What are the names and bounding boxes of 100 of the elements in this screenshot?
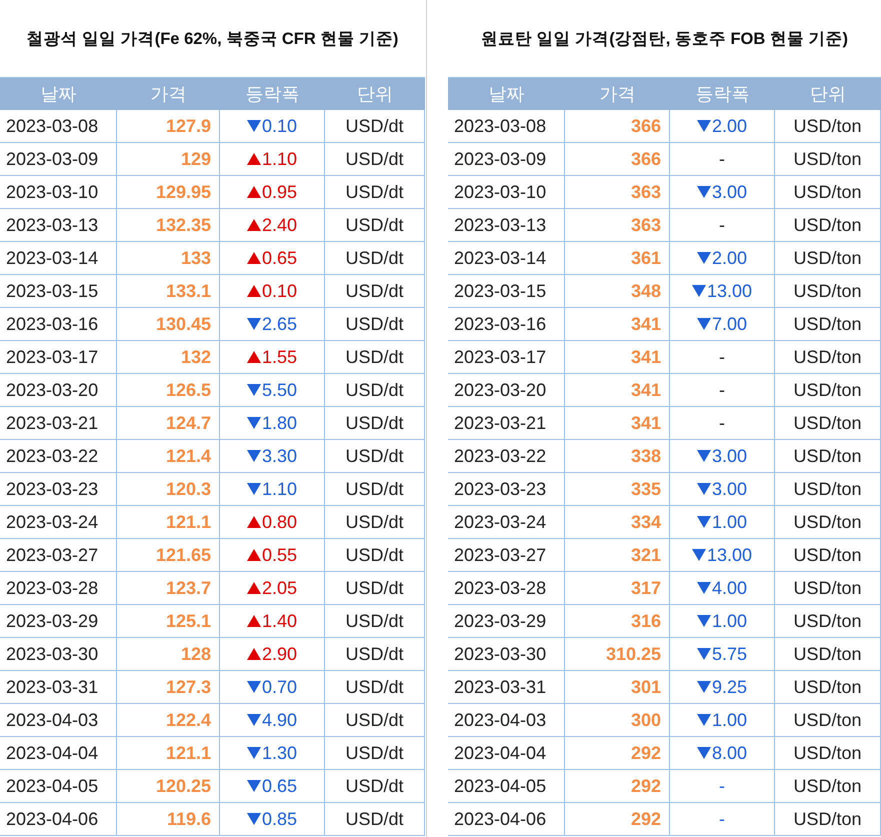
date-cell: 2023-03-09	[448, 143, 565, 176]
change-value: 3.00	[712, 478, 748, 500]
price-cell: 129.95	[117, 176, 220, 209]
date-cell: 2023-03-17	[0, 341, 117, 374]
date-cell: 2023-03-27	[0, 539, 117, 572]
unit-cell: USD/dt	[325, 770, 425, 803]
price-cell: 130.45	[117, 308, 220, 341]
change-value: -	[719, 214, 725, 236]
date-cell: 2023-04-05	[0, 770, 117, 803]
unit-cell: USD/dt	[325, 737, 425, 770]
date-cell: 2023-03-08	[448, 110, 565, 143]
date-cell: 2023-04-03	[448, 704, 565, 737]
unit-cell: USD/dt	[325, 275, 425, 308]
date-cell: 2023-03-24	[0, 506, 117, 539]
date-cell: 2023-03-29	[448, 605, 565, 638]
date-cell: 2023-04-03	[0, 704, 117, 737]
date-cell: 2023-03-17	[448, 341, 565, 374]
date-cell: 2023-03-10	[0, 176, 117, 209]
change-value: 13.00	[706, 280, 752, 302]
price-cell: 124.7	[117, 407, 220, 440]
change-value: -	[719, 346, 725, 368]
column-header: 날짜	[448, 78, 565, 110]
change-value: 1.55	[262, 346, 298, 368]
date-cell: 2023-03-22	[0, 440, 117, 473]
price-cell: 335	[565, 473, 670, 506]
price-cell: 363	[565, 209, 670, 242]
unit-cell: USD/ton	[775, 572, 881, 605]
change-value: 1.10	[262, 148, 298, 170]
unit-cell: USD/dt	[325, 308, 425, 341]
price-cell: 341	[565, 407, 670, 440]
price-cell: 300	[565, 704, 670, 737]
change-value: 0.55	[262, 544, 298, 566]
unit-cell: USD/dt	[325, 539, 425, 572]
change-value: 2.00	[712, 116, 748, 136]
unit-cell: USD/dt	[325, 506, 425, 539]
date-cell: 2023-03-31	[0, 671, 117, 704]
price-cell: 348	[565, 275, 670, 308]
change-value: 0.65	[262, 248, 298, 268]
date-cell: 2023-03-20	[0, 374, 117, 407]
column-header: 단위	[775, 78, 881, 110]
date-cell: 2023-04-06	[448, 803, 565, 836]
price-cell: 292	[565, 803, 670, 836]
date-cell: 2023-03-28	[0, 572, 117, 605]
date-cell: 2023-03-13	[448, 209, 565, 242]
price-cell: 292	[565, 737, 670, 770]
unit-cell: USD/ton	[775, 605, 881, 638]
unit-cell: USD/dt	[325, 110, 425, 143]
price-cell: 121.4	[117, 440, 220, 473]
price-cell: 122.4	[117, 704, 220, 737]
date-cell: 2023-03-21	[448, 407, 565, 440]
price-cell: 338	[565, 440, 670, 473]
date-cell: 2023-04-04	[448, 737, 565, 770]
unit-cell: USD/ton	[775, 341, 881, 374]
date-cell: 2023-03-21	[0, 407, 117, 440]
date-cell: 2023-04-06	[0, 803, 117, 836]
price-cell: 133	[117, 242, 220, 275]
date-cell: 2023-03-27	[448, 539, 565, 572]
unit-cell: USD/ton	[775, 440, 881, 473]
date-cell: 2023-03-31	[448, 671, 565, 704]
change-value: 3.00	[712, 182, 748, 202]
unit-cell: USD/ton	[775, 176, 881, 209]
price-cell: 321	[565, 539, 670, 572]
price-cell: 361	[565, 242, 670, 275]
price-cell: 341	[565, 308, 670, 341]
unit-cell: USD/dt	[325, 374, 425, 407]
price-cell: 129	[117, 143, 220, 176]
change-value: -	[719, 776, 725, 796]
change-value: 5.50	[262, 380, 298, 400]
change-value: 0.10	[262, 280, 298, 302]
unit-cell: USD/dt	[325, 605, 425, 638]
price-cell: 121.1	[117, 506, 220, 539]
price-cell: 119.6	[117, 803, 220, 836]
change-value: 4.90	[262, 710, 298, 730]
change-value: 0.80	[262, 512, 298, 532]
date-cell: 2023-03-30	[0, 638, 117, 671]
price-cell: 341	[565, 374, 670, 407]
column-header: 등락폭	[220, 78, 325, 110]
unit-cell: USD/dt	[325, 803, 425, 836]
date-cell: 2023-03-24	[448, 506, 565, 539]
date-cell: 2023-03-08	[0, 110, 117, 143]
unit-cell: USD/ton	[775, 737, 881, 770]
price-cell: 133.1	[117, 275, 220, 308]
date-cell: 2023-03-28	[448, 572, 565, 605]
unit-cell: USD/ton	[775, 242, 881, 275]
unit-cell: USD/ton	[775, 473, 881, 506]
price-cell: 127.3	[117, 671, 220, 704]
unit-cell: USD/ton	[775, 671, 881, 704]
price-cell: 317	[565, 572, 670, 605]
date-cell: 2023-03-16	[448, 308, 565, 341]
column-header: 가격	[565, 78, 670, 110]
price-cell: 301	[565, 671, 670, 704]
price-cell: 363	[565, 176, 670, 209]
change-value: 1.80	[262, 412, 298, 434]
change-value: 3.00	[712, 446, 748, 466]
unit-cell: USD/ton	[775, 803, 881, 836]
unit-cell: USD/ton	[775, 209, 881, 242]
change-value: 1.00	[712, 512, 748, 532]
change-value: -	[719, 808, 725, 830]
unit-cell: USD/ton	[775, 374, 881, 407]
change-value: 2.40	[262, 214, 298, 236]
